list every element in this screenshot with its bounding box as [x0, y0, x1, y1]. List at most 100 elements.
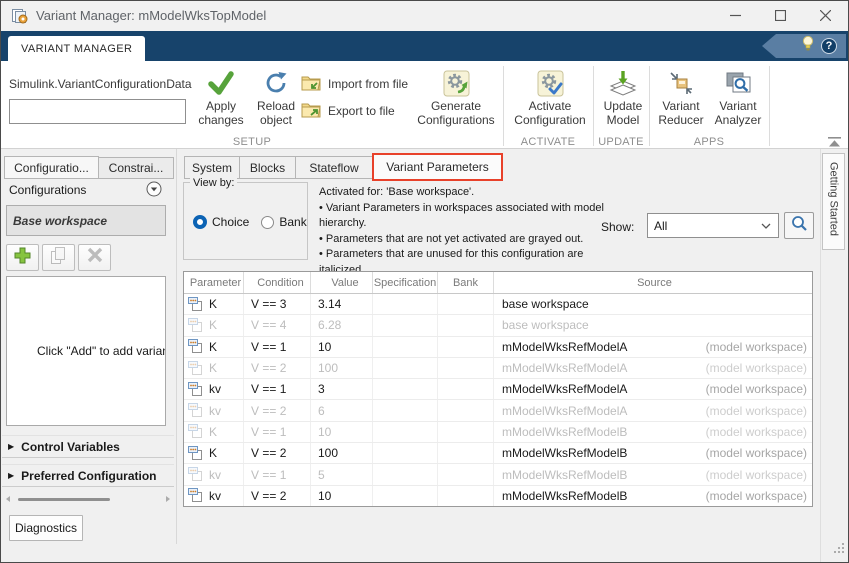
source-cell: mModelWksRefModelA(model workspace) [494, 337, 812, 357]
condition-cell: V == 2 [244, 443, 311, 463]
minimize-button[interactable] [713, 1, 758, 30]
value-cell: 100 [311, 443, 373, 463]
specification-cell [373, 294, 438, 314]
condition-cell: V == 1 [244, 337, 311, 357]
source-name: mModelWksRefModelA [502, 404, 627, 418]
activate-configuration-button[interactable]: Activate Configuration [507, 67, 593, 127]
tab-variant-parameters[interactable]: Variant Parameters [372, 153, 503, 181]
condition-cell: V == 4 [244, 315, 311, 335]
column-header-bank[interactable]: Bank [438, 272, 494, 293]
value-cell: 10 [311, 422, 373, 442]
value-cell: 3.14 [311, 294, 373, 314]
column-header-value[interactable]: Value [311, 272, 373, 293]
search-button[interactable] [784, 212, 814, 239]
control-variables-label: Control Variables [21, 440, 120, 454]
delete-configuration-button[interactable] [78, 244, 111, 271]
table-row[interactable]: KV == 2100mModelWksRefModelB(model works… [184, 443, 812, 464]
variant-reducer-button[interactable]: Variant Reducer [653, 67, 709, 127]
configurations-menu-icon[interactable] [146, 181, 162, 202]
info-bullet: • Variant Parameters in workspaces assoc… [319, 201, 621, 232]
specification-cell [373, 315, 438, 335]
table-row[interactable]: kvV == 15mModelWksRefModelB(model worksp… [184, 464, 812, 485]
source-name: base workspace [502, 297, 589, 311]
workspace-item-base-workspace[interactable]: Base workspace [6, 205, 166, 236]
radio-choice-circle[interactable] [193, 215, 207, 229]
tab-variant-manager[interactable]: VARIANT MANAGER [8, 36, 145, 61]
variant-configurations-list[interactable]: Click "Add" to add variant co [6, 276, 166, 426]
table-row[interactable]: kvV == 210mModelWksRefModelB(model works… [184, 486, 812, 506]
reload-object-label: Reload object [250, 99, 302, 127]
toolbar-separator [593, 66, 594, 146]
condition-cell: V == 2 [244, 358, 311, 378]
activate-configuration-label: Activate Configuration [507, 99, 593, 127]
condition-cell: V == 3 [244, 294, 311, 314]
table-row[interactable]: KV == 46.28base workspace [184, 315, 812, 336]
specification-cell [373, 422, 438, 442]
tab-variant-parameters-label: Variant Parameters [386, 160, 489, 174]
update-model-button[interactable]: Update Model [597, 67, 649, 127]
hscrollbar-thumb[interactable] [18, 498, 110, 501]
tab-blocks[interactable]: Blocks [239, 156, 296, 179]
parameter-icon [188, 403, 203, 418]
parameter-icon [188, 467, 203, 482]
column-header-specification[interactable]: Specification [373, 272, 438, 293]
radio-choice[interactable]: Choice [193, 215, 249, 229]
variant-analyzer-button[interactable]: Variant Analyzer [709, 67, 767, 127]
import-from-file-label: Import from file [328, 77, 408, 91]
scroll-left-icon[interactable] [4, 495, 12, 503]
section-label-setup: SETUP [1, 136, 503, 148]
table-row[interactable]: KV == 110mModelWksRefModelB(model worksp… [184, 422, 812, 443]
table-row[interactable]: KV == 2100mModelWksRefModelA(model works… [184, 358, 812, 379]
apply-changes-button[interactable]: Apply changes [192, 67, 250, 127]
config-data-input[interactable] [9, 99, 186, 124]
tab-getting-started[interactable]: Getting Started [822, 153, 845, 250]
source-name: base workspace [502, 318, 589, 332]
add-configuration-button[interactable] [6, 244, 39, 271]
source-cell: mModelWksRefModelA(model workspace) [494, 379, 812, 399]
show-select[interactable]: All [647, 213, 779, 238]
source-name: mModelWksRefModelB [502, 446, 627, 460]
view-by-label: View by: [190, 177, 237, 189]
generate-configurations-button[interactable]: Generate Configurations [411, 67, 501, 127]
resize-grip[interactable] [834, 541, 845, 559]
condition-cell: V == 1 [244, 422, 311, 442]
maximize-button[interactable] [758, 1, 803, 30]
scroll-right-icon[interactable] [164, 495, 172, 503]
tab-system[interactable]: System [184, 156, 240, 179]
variant-manager-window: Variant Manager: mModelWksTopModel VARIA… [0, 0, 849, 563]
table-row[interactable]: kvV == 13mModelWksRefModelA(model worksp… [184, 379, 812, 400]
radio-bank-circle[interactable] [261, 216, 274, 229]
bank-cell [438, 379, 494, 399]
value-cell: 10 [311, 486, 373, 506]
lightbulb-icon[interactable] [802, 35, 814, 57]
table-row[interactable]: KV == 110mModelWksRefModelA(model worksp… [184, 337, 812, 358]
tab-stateflow[interactable]: Stateflow [295, 156, 373, 179]
empty-list-hint: Click "Add" to add variant co [37, 344, 166, 358]
help-icon[interactable]: ? [821, 38, 837, 54]
export-to-file-button[interactable]: Export to file [301, 101, 408, 121]
bank-cell [438, 315, 494, 335]
import-from-file-button[interactable]: Import from file [301, 74, 408, 94]
add-plus-icon [13, 246, 32, 270]
reload-object-button[interactable]: Reload object [250, 67, 302, 127]
parameter-name: kv [209, 382, 221, 396]
column-header-condition[interactable]: Condition [244, 272, 311, 293]
diagnostics-button[interactable]: Diagnostics [9, 515, 83, 541]
column-header-source[interactable]: Source [494, 272, 812, 293]
variant-reducer-icon [668, 67, 694, 99]
copy-icon [50, 246, 67, 270]
table-row[interactable]: KV == 33.14base workspace [184, 294, 812, 315]
column-header-parameter[interactable]: Parameter [184, 272, 244, 293]
title-bar: Variant Manager: mModelWksTopModel [1, 1, 848, 31]
section-preferred-configuration[interactable]: ▶ Preferred Configuration [2, 464, 174, 487]
variant-analyzer-label: Variant Analyzer [709, 99, 767, 127]
section-control-variables[interactable]: ▶ Control Variables [2, 435, 174, 458]
copy-configuration-button[interactable] [42, 244, 75, 271]
tab-configurations[interactable]: Configuratio... [4, 156, 99, 179]
close-button[interactable] [803, 1, 848, 30]
radio-bank[interactable]: Bank [261, 215, 306, 229]
tab-constraints[interactable]: Constrai... [98, 157, 174, 179]
table-row[interactable]: kvV == 26mModelWksRefModelA(model worksp… [184, 400, 812, 421]
panel-splitter[interactable] [176, 149, 177, 544]
left-panel-hscrollbar[interactable] [2, 492, 174, 506]
